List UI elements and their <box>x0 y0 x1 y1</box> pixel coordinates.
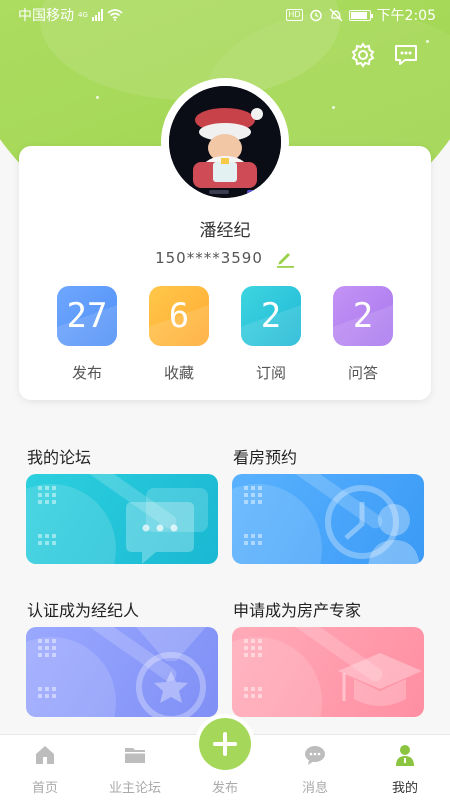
medal-star-icon <box>136 627 206 717</box>
stat-favorites[interactable]: 6 收藏 <box>147 286 211 383</box>
profile-phone: 150****3590 <box>155 249 263 267</box>
person-icon <box>396 745 414 766</box>
publish-plus-button[interactable] <box>199 718 251 770</box>
carrier-name: 中国移动 <box>18 8 74 24</box>
stat-count-badge: 2 <box>333 286 393 346</box>
wifi-icon <box>107 9 123 21</box>
tab-messages[interactable]: 消息 <box>270 735 360 800</box>
tab-label: 首页 <box>31 781 58 796</box>
tab-mine[interactable]: 我的 <box>360 735 450 800</box>
messages-button[interactable] <box>391 40 421 70</box>
section-title-viewing-appointment: 看房预约 <box>233 448 298 467</box>
message-icon <box>305 746 325 765</box>
battery-icon <box>348 9 373 21</box>
viewing-appointment-card[interactable] <box>232 474 424 564</box>
stat-label: 收藏 <box>163 364 194 382</box>
stat-label: 问答 <box>347 364 378 382</box>
pencil-icon[interactable] <box>275 248 295 268</box>
tab-label: 消息 <box>301 781 328 796</box>
user-clock-icon <box>325 485 420 564</box>
status-bar: 中国移动 4G HD 下午2:05 <box>0 0 450 30</box>
graduation-cap-icon <box>338 653 422 706</box>
chat-bubbles-icon <box>126 488 208 564</box>
avatar-image <box>169 86 281 198</box>
section-title-my-forum: 我的论坛 <box>27 448 92 467</box>
stat-value: 6 <box>168 296 190 336</box>
mute-icon <box>329 8 343 22</box>
clock-time: 下午2:05 <box>376 8 436 24</box>
stat-count-badge: 2 <box>241 286 301 346</box>
stat-count-badge: 27 <box>57 286 117 346</box>
my-forum-card[interactable] <box>26 474 218 564</box>
plus-icon <box>213 732 237 756</box>
stat-count-badge: 6 <box>149 286 209 346</box>
tab-label: 发布 <box>211 781 238 796</box>
signal-icon <box>91 9 103 21</box>
stat-value: 2 <box>352 296 374 336</box>
stat-label: 订阅 <box>255 364 286 382</box>
hd-badge: HD <box>286 9 303 21</box>
gear-icon <box>351 42 375 68</box>
alarm-icon <box>309 9 322 22</box>
home-icon <box>36 746 54 764</box>
network-type: 4G <box>78 11 88 19</box>
become-agent-card[interactable] <box>26 627 218 717</box>
stat-label: 发布 <box>71 364 102 382</box>
section-title-become-agent: 认证成为经纪人 <box>27 601 140 620</box>
tab-label: 我的 <box>391 781 418 796</box>
section-title-become-expert: 申请成为房产专家 <box>233 601 362 620</box>
stat-subscriptions[interactable]: 2 订阅 <box>239 286 303 383</box>
settings-button[interactable] <box>348 40 378 70</box>
stat-publish[interactable]: 27 发布 <box>55 286 119 383</box>
stat-value: 2 <box>260 296 282 336</box>
tab-home[interactable]: 首页 <box>0 735 90 800</box>
stat-qa[interactable]: 2 问答 <box>331 286 395 383</box>
stat-value: 27 <box>66 296 108 336</box>
become-expert-card[interactable] <box>232 627 424 717</box>
profile-name: 潘经纪 <box>199 221 251 241</box>
avatar[interactable] <box>161 78 289 206</box>
folder-icon <box>125 748 145 763</box>
chat-bubble-icon <box>395 45 417 65</box>
tab-owner-forum[interactable]: 业主论坛 <box>90 735 180 800</box>
tab-label: 业主论坛 <box>108 781 161 796</box>
